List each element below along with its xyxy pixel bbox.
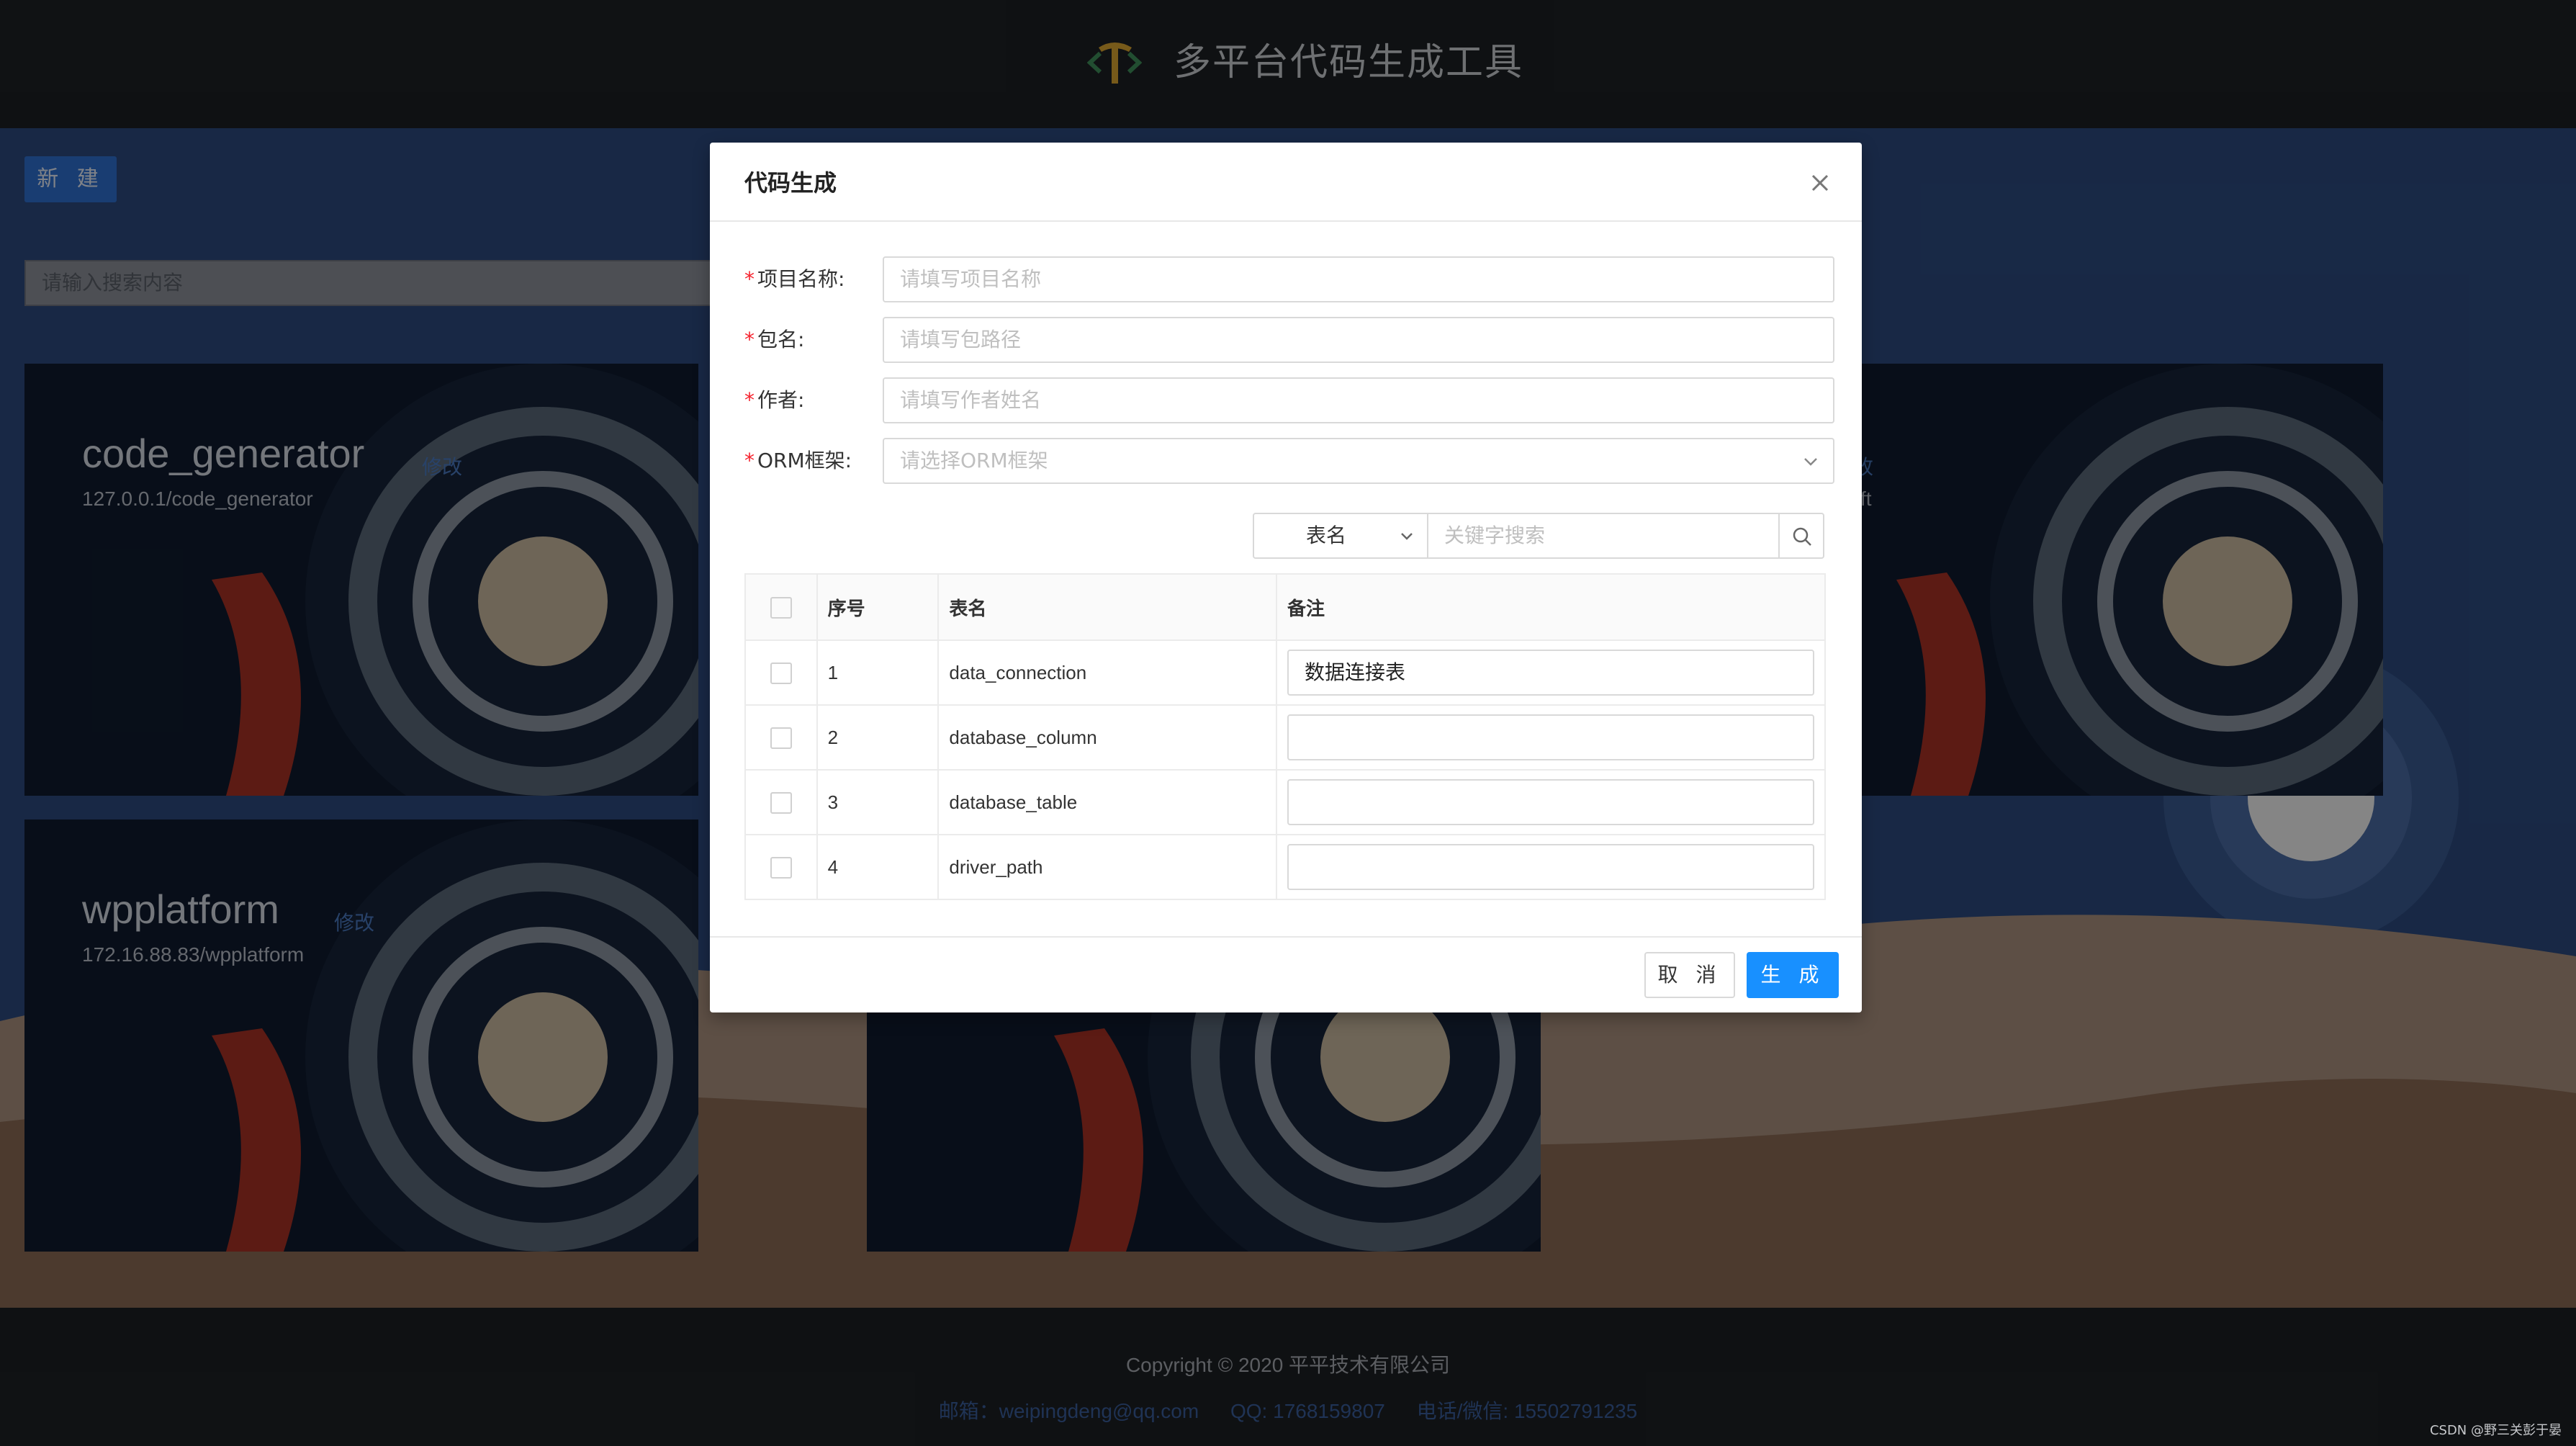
row-table-name: data_connection [938, 640, 1277, 706]
generate-button[interactable]: 生 成 [1747, 952, 1839, 998]
search-button[interactable] [1778, 513, 1824, 559]
remark-input[interactable] [1287, 779, 1814, 825]
field-label-text: 包名: [757, 328, 805, 351]
close-icon[interactable] [1807, 170, 1833, 196]
table-row[interactable]: 1 data_connection 数据连接表 [744, 640, 1826, 706]
row-checkbox-cell [744, 835, 818, 900]
column-header: 表名 [938, 573, 1277, 641]
field-label: * 作者: [744, 377, 881, 423]
orm-select-placeholder: 请选择ORM框架 [900, 449, 1048, 472]
table-header-row: 序号 表名 备注 [744, 573, 1826, 641]
table-row[interactable]: 2 database_column [744, 705, 1826, 771]
orm-select[interactable]: 请选择ORM框架 [883, 438, 1834, 484]
remark-input[interactable] [1287, 714, 1814, 760]
table-search-field-value: 表名 [1306, 524, 1347, 547]
remark-input[interactable]: 数据连接表 [1287, 650, 1814, 696]
row-index: 3 [816, 770, 940, 835]
row-checkbox-cell [744, 640, 818, 706]
dialog-footer: 取 消 生 成 [710, 936, 1862, 1012]
author-input[interactable]: 请填写作者姓名 [883, 377, 1834, 423]
row-table-name: database_table [938, 770, 1277, 835]
row-index: 1 [816, 640, 940, 706]
row-remark-cell [1276, 770, 1826, 835]
project-name-input[interactable]: 请填写项目名称 [883, 256, 1834, 302]
row-index: 4 [816, 835, 940, 900]
cancel-button[interactable]: 取 消 [1644, 952, 1735, 998]
table-search-field-select[interactable]: 表名 [1253, 513, 1428, 559]
form-row-project-name: * 项目名称: 请填写项目名称 [744, 256, 1834, 302]
code-generate-dialog: 代码生成 * 项目名称: 请填写项目名称 * 包名: 请填写包路径 * 作者: 请填写… [710, 143, 1862, 1012]
search-icon [1793, 527, 1811, 546]
row-checkbox-cell [744, 705, 818, 771]
row-checkbox[interactable] [770, 857, 792, 879]
table-row[interactable]: 3 database_table [744, 770, 1826, 835]
form-row-author: * 作者: 请填写作者姓名 [744, 377, 1834, 423]
chevron-down-icon [1804, 458, 1817, 466]
field-label: * 项目名称: [744, 256, 881, 302]
form-row-orm: * ORM框架: 请选择ORM框架 [744, 438, 1834, 484]
row-table-name: driver_path [938, 835, 1277, 900]
keyword-search-input[interactable]: 关键字搜索 [1427, 513, 1780, 559]
tables-table: 序号 表名 备注 1 data_connection 数据连接表 2 datab… [744, 573, 1826, 900]
row-remark-cell [1276, 835, 1826, 900]
field-label-text: ORM框架: [757, 449, 852, 472]
required-mark: * [744, 328, 755, 351]
watermark: CSDN @野三关彭于晏 [2429, 1423, 2562, 1438]
row-table-name: database_column [938, 705, 1277, 771]
required-mark: * [744, 267, 755, 291]
required-mark: * [744, 449, 755, 472]
field-label-text: 项目名称: [757, 267, 845, 291]
select-all-checkbox[interactable] [770, 597, 792, 619]
field-label: * 包名: [744, 317, 881, 363]
row-remark-cell: 数据连接表 [1276, 640, 1826, 706]
remark-input[interactable] [1287, 844, 1814, 890]
dialog-header: 代码生成 [710, 143, 1862, 222]
row-checkbox[interactable] [770, 727, 792, 750]
table-row[interactable]: 4 driver_path [744, 835, 1826, 900]
column-header: 备注 [1276, 573, 1826, 641]
field-label: * ORM框架: [744, 438, 881, 484]
form-row-package: * 包名: 请填写包路径 [744, 317, 1834, 363]
row-remark-cell [1276, 705, 1826, 771]
column-header: 序号 [816, 573, 940, 641]
row-checkbox-cell [744, 770, 818, 835]
dialog-title: 代码生成 [744, 169, 837, 197]
field-label-text: 作者: [757, 388, 805, 412]
row-checkbox[interactable] [770, 792, 792, 814]
required-mark: * [744, 388, 755, 412]
row-checkbox[interactable] [770, 663, 792, 685]
row-index: 2 [816, 705, 940, 771]
select-all-cell [744, 573, 818, 641]
package-input[interactable]: 请填写包路径 [883, 317, 1834, 363]
chevron-down-icon [1401, 533, 1413, 540]
